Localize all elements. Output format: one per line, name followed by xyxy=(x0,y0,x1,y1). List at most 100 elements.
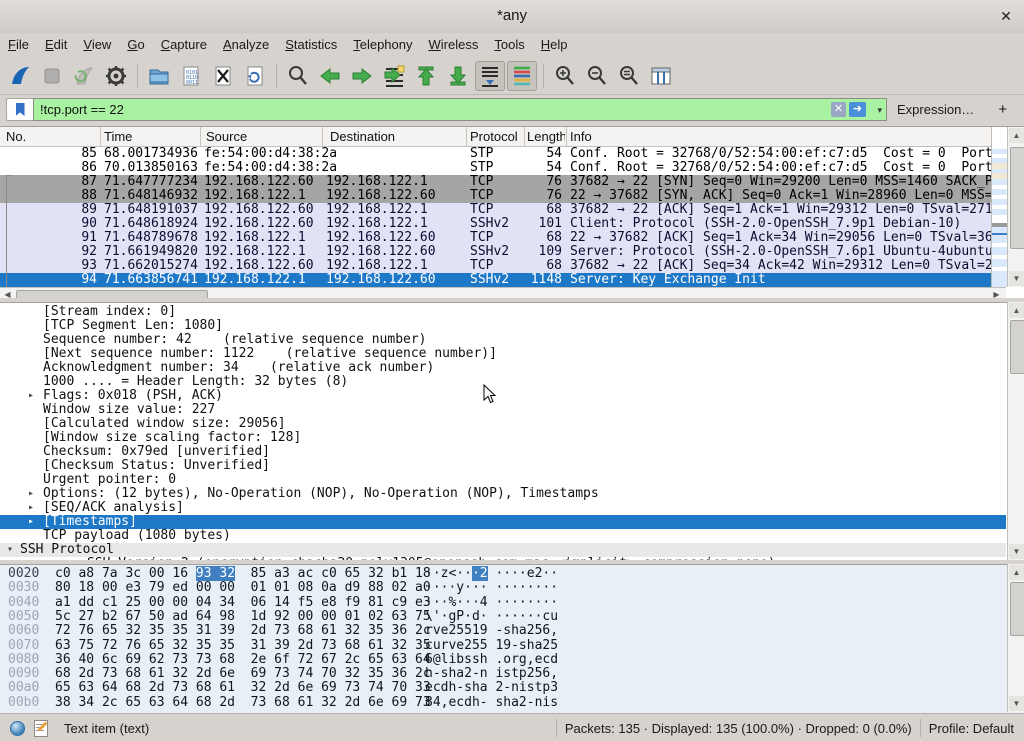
status-profile[interactable]: Profile: Default xyxy=(929,721,1024,736)
zoom-out-button[interactable] xyxy=(582,61,612,91)
go-forward-button[interactable] xyxy=(347,61,377,91)
resize-columns-button[interactable] xyxy=(646,61,676,91)
expert-info-icon[interactable] xyxy=(10,721,25,736)
zoom-in-button[interactable] xyxy=(550,61,580,91)
auto-scroll-button[interactable] xyxy=(475,61,505,91)
open-file-button[interactable] xyxy=(144,61,174,91)
colorize-button[interactable] xyxy=(507,61,537,91)
column-separator[interactable] xyxy=(322,127,323,146)
hex-row-0020[interactable]: 0020c0 a8 7a 3c 00 16 93 32 85 a3 ac c0 … xyxy=(0,567,1006,581)
packet-row-91[interactable]: 9171.648789678192.168.122.1192.168.122.6… xyxy=(0,231,991,245)
intelligent-scrollbar[interactable] xyxy=(991,127,1007,287)
start-capture-button[interactable] xyxy=(5,61,35,91)
menu-telephony[interactable]: Telephony xyxy=(345,33,420,56)
detail-line[interactable]: ▸Flags: 0x018 (PSH, ACK) xyxy=(0,389,1006,403)
column-separator[interactable] xyxy=(524,127,525,146)
detail-line[interactable]: 1000 .... = Header Length: 32 bytes (8) xyxy=(0,375,1006,389)
go-bottom-button[interactable] xyxy=(443,61,473,91)
go-back-button[interactable] xyxy=(315,61,345,91)
add-filter-button[interactable]: + xyxy=(990,101,1015,118)
packet-row-93[interactable]: 9371.662015274192.168.122.60192.168.122.… xyxy=(0,259,991,273)
packet-row-89[interactable]: 8971.648191037192.168.122.60192.168.122.… xyxy=(0,203,991,217)
hex-ascii[interactable]: rve25519 -sha256, xyxy=(425,624,558,638)
hex-bytes[interactable]: c0 a8 7a 3c 00 16 93 32 85 a3 ac c0 65 3… xyxy=(55,567,431,581)
hex-ascii[interactable]: 6@libssh .org,ecd xyxy=(425,653,558,667)
detail-line[interactable]: Urgent pointer: 0 xyxy=(0,473,1006,487)
packet-row-94[interactable]: 9471.663856741192.168.122.1192.168.122.6… xyxy=(0,273,991,287)
detail-line[interactable]: [Calculated window size: 29056] xyxy=(0,417,1006,431)
collapsed-arrow-icon[interactable]: ▸ xyxy=(28,515,34,529)
go-to-packet-button[interactable] xyxy=(379,61,409,91)
column-header-protocol[interactable]: Protocol xyxy=(470,129,522,144)
column-header-no[interactable]: No. xyxy=(6,129,96,144)
detail-line[interactable]: Window size value: 227 xyxy=(0,403,1006,417)
capture-options-button[interactable] xyxy=(101,61,131,91)
hex-bytes[interactable]: 80 18 00 e3 79 ed 00 00 01 01 08 0a d9 8… xyxy=(55,581,431,595)
detail-line[interactable]: Checksum: 0x79ed [unverified] xyxy=(0,445,1006,459)
packet-row-86[interactable]: 8670.013850163fe:54:00:d4:38:2aSTP54Conf… xyxy=(0,161,991,175)
close-icon[interactable]: ✕ xyxy=(996,6,1016,26)
scroll-down-icon[interactable]: ▼ xyxy=(1009,696,1024,711)
packet-row-90[interactable]: 9071.648618924192.168.122.60192.168.122.… xyxy=(0,217,991,231)
reload-file-button[interactable] xyxy=(240,61,270,91)
detail-line[interactable]: Sequence number: 42 (relative sequence n… xyxy=(0,333,1006,347)
detail-line[interactable]: ▸[Timestamps] xyxy=(0,515,1006,529)
scroll-down-icon[interactable]: ▼ xyxy=(1009,271,1024,286)
go-top-button[interactable] xyxy=(411,61,441,91)
packet-row-88[interactable]: 8871.648146932192.168.122.1192.168.122.6… xyxy=(0,189,991,203)
bytes-vscrollbar[interactable]: ▲ ▼ xyxy=(1007,564,1024,712)
find-packet-button[interactable] xyxy=(283,61,313,91)
hex-bytes[interactable]: 65 63 64 68 2d 73 68 61 32 2d 6e 69 73 7… xyxy=(55,681,431,695)
hex-ascii[interactable]: ···%···4 ········ xyxy=(425,596,558,610)
menu-statistics[interactable]: Statistics xyxy=(277,33,345,56)
scroll-up-icon[interactable]: ▲ xyxy=(1009,128,1024,143)
hex-row-0080[interactable]: 008036 40 6c 69 62 73 73 68 2e 6f 72 67 … xyxy=(0,653,1006,667)
hex-bytes[interactable]: 63 75 72 76 65 32 35 35 31 39 2d 73 68 6… xyxy=(55,639,431,653)
menu-tools[interactable]: Tools xyxy=(486,33,532,56)
hex-ascii[interactable]: ··z<···2 ····e2·· xyxy=(425,567,558,581)
filter-apply-icon[interactable]: ➜ xyxy=(849,102,866,117)
hex-row-00a0[interactable]: 00a065 63 64 68 2d 73 68 61 32 2d 6e 69 … xyxy=(0,681,1006,695)
stop-capture-button[interactable] xyxy=(37,61,67,91)
menu-capture[interactable]: Capture xyxy=(153,33,215,56)
detail-line[interactable]: ▸[SEQ/ACK analysis] xyxy=(0,501,1006,515)
packet-row-85[interactable]: 8568.001734936fe:54:00:d4:38:2aSTP54Conf… xyxy=(0,147,991,161)
column-header-length[interactable]: Length xyxy=(527,129,565,144)
title-bar[interactable]: *any ✕ xyxy=(0,0,1024,34)
hex-bytes[interactable]: 36 40 6c 69 62 73 73 68 2e 6f 72 67 2c 6… xyxy=(55,653,431,667)
detail-line[interactable]: [TCP Segment Len: 1080] xyxy=(0,319,1006,333)
detail-line[interactable]: Acknowledgment number: 34 (relative ack … xyxy=(0,361,1006,375)
scroll-up-icon[interactable]: ▲ xyxy=(1009,303,1024,318)
filter-bookmark-button[interactable] xyxy=(6,98,33,121)
packet-list-header[interactable]: No.TimeSourceDestinationProtocolLengthIn… xyxy=(0,127,1006,147)
column-header-time[interactable]: Time xyxy=(104,129,199,144)
menu-wireless[interactable]: Wireless xyxy=(421,33,487,56)
save-file-button[interactable]: 010101100011 xyxy=(176,61,206,91)
detail-line[interactable]: ▸Options: (12 bytes), No-Operation (NOP)… xyxy=(0,487,1006,501)
scroll-thumb[interactable] xyxy=(1010,582,1024,636)
scroll-thumb[interactable] xyxy=(1010,320,1024,374)
hex-ascii[interactable]: ····y··· ········ xyxy=(425,581,558,595)
restart-capture-button[interactable] xyxy=(69,61,99,91)
hex-bytes[interactable]: 5c 27 b2 67 50 ad 64 98 1d 92 00 00 01 0… xyxy=(55,610,431,624)
detail-line[interactable]: [Stream index: 0] xyxy=(0,305,1006,319)
menu-edit[interactable]: Edit xyxy=(37,33,75,56)
packet-row-87[interactable]: 8771.647777234192.168.122.60192.168.122.… xyxy=(0,175,991,189)
capture-comment-icon[interactable] xyxy=(34,720,48,737)
detail-line[interactable]: TCP payload (1080 bytes) xyxy=(0,529,1006,543)
menu-help[interactable]: Help xyxy=(533,33,576,56)
hex-bytes[interactable]: 68 2d 73 68 61 32 2d 6e 69 73 74 70 32 3… xyxy=(55,667,431,681)
display-filter-input[interactable] xyxy=(38,99,812,120)
hex-bytes[interactable]: 38 34 2c 65 63 64 68 2d 73 68 61 32 2d 6… xyxy=(55,696,431,710)
column-header-info[interactable]: Info xyxy=(570,129,990,144)
packet-list-vscrollbar[interactable]: ▲ ▼ xyxy=(1007,127,1024,287)
collapsed-arrow-icon[interactable]: ▸ xyxy=(28,487,34,501)
column-separator[interactable] xyxy=(100,127,101,146)
hex-row-0070[interactable]: 007063 75 72 76 65 32 35 35 31 39 2d 73 … xyxy=(0,639,1006,653)
collapsed-arrow-icon[interactable]: ▸ xyxy=(28,389,34,403)
scroll-thumb[interactable] xyxy=(1010,147,1024,249)
column-separator[interactable] xyxy=(200,127,201,146)
close-file-button[interactable] xyxy=(208,61,238,91)
hex-row-0050[interactable]: 00505c 27 b2 67 50 ad 64 98 1d 92 00 00 … xyxy=(0,610,1006,624)
detail-line[interactable]: [Checksum Status: Unverified] xyxy=(0,459,1006,473)
